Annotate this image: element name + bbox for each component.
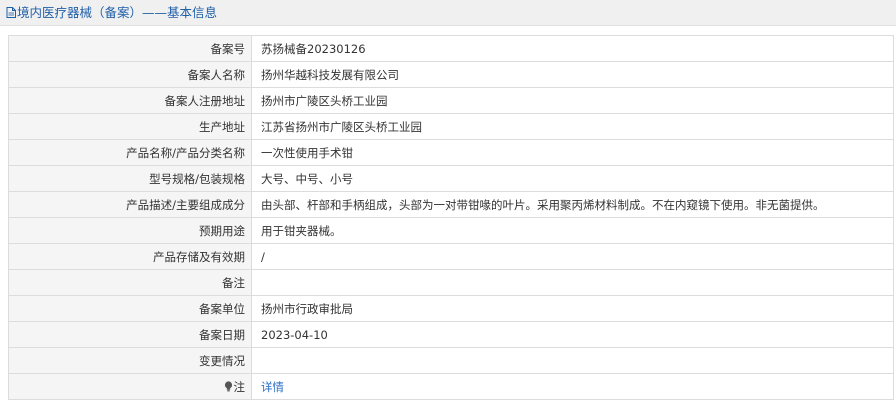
table-row: 产品描述/主要组成成分 由头部、杆部和手柄组成，头部为一对带钳喙的叶片。采用聚丙烯… bbox=[8, 191, 894, 218]
row-label: 备案人名称 bbox=[8, 61, 252, 88]
page-header: 境内医疗器械（备案）——基本信息 bbox=[0, 0, 896, 26]
row-label: 备注 bbox=[8, 269, 252, 296]
table-row: 备注 bbox=[8, 269, 894, 296]
table-row: 备案人名称 扬州华越科技发展有限公司 bbox=[8, 61, 894, 88]
table-row: 型号规格/包装规格 大号、中号、小号 bbox=[8, 165, 894, 192]
row-value: 一次性使用手术钳 bbox=[251, 139, 894, 166]
note-label: 注 bbox=[233, 379, 246, 394]
table-row: 备案单位 扬州市行政审批局 bbox=[8, 295, 894, 322]
table-row: 备案号 苏扬械备20230126 bbox=[8, 35, 894, 62]
row-label: 型号规格/包装规格 bbox=[8, 165, 252, 192]
detail-link[interactable]: 详情 bbox=[261, 380, 284, 394]
row-value: 苏扬械备20230126 bbox=[251, 35, 894, 62]
row-value: 用于钳夹器械。 bbox=[251, 217, 894, 244]
table-row: 备案人注册地址 扬州市广陵区头桥工业园 bbox=[8, 87, 894, 114]
lightbulb-icon bbox=[224, 380, 232, 391]
row-label: 产品名称/产品分类名称 bbox=[8, 139, 252, 166]
row-value: 扬州华越科技发展有限公司 bbox=[251, 61, 894, 88]
note-value-cell: 详情 bbox=[251, 373, 894, 400]
note-label-cell: 注 bbox=[8, 373, 252, 400]
table-row: 预期用途 用于钳夹器械。 bbox=[8, 217, 894, 244]
table-row: 备案日期 2023-04-10 bbox=[8, 321, 894, 348]
row-label: 备案日期 bbox=[8, 321, 252, 348]
row-label: 预期用途 bbox=[8, 217, 252, 244]
row-label: 产品存储及有效期 bbox=[8, 243, 252, 270]
row-value: 2023-04-10 bbox=[251, 321, 894, 348]
row-label: 备案人注册地址 bbox=[8, 87, 252, 114]
header-separator: —— bbox=[142, 5, 168, 20]
row-label: 变更情况 bbox=[8, 347, 252, 374]
row-value bbox=[251, 269, 894, 296]
row-label: 生产地址 bbox=[8, 113, 252, 140]
row-label: 备案号 bbox=[8, 35, 252, 62]
row-value: 由头部、杆部和手柄组成，头部为一对带钳喙的叶片。采用聚丙烯材料制成。不在内窥镜下… bbox=[251, 191, 894, 218]
row-value: 扬州市广陵区头桥工业园 bbox=[251, 87, 894, 114]
row-label: 产品描述/主要组成成分 bbox=[8, 191, 252, 218]
header-title: 境内医疗器械（备案） bbox=[17, 5, 143, 20]
row-value: 江苏省扬州市广陵区头桥工业园 bbox=[251, 113, 894, 140]
row-value: / bbox=[251, 243, 894, 270]
header-title-bar: 境内医疗器械（备案）——基本信息 bbox=[6, 4, 217, 22]
document-icon bbox=[6, 7, 16, 18]
info-table-body: 备案号 苏扬械备20230126 备案人名称 扬州华越科技发展有限公司 备案人注册地… bbox=[8, 35, 894, 400]
row-value bbox=[251, 347, 894, 374]
row-label: 备案单位 bbox=[8, 295, 252, 322]
table-row: 变更情况 bbox=[8, 347, 894, 374]
table-row: 产品存储及有效期 / bbox=[8, 243, 894, 270]
table-row: 生产地址 江苏省扬州市广陵区头桥工业园 bbox=[8, 113, 894, 140]
header-subtitle: 基本信息 bbox=[167, 5, 218, 20]
table-row: 产品名称/产品分类名称 一次性使用手术钳 bbox=[8, 139, 894, 166]
note-row: 注 详情 bbox=[8, 373, 894, 400]
info-table: 备案号 苏扬械备20230126 备案人名称 扬州华越科技发展有限公司 备案人注册地… bbox=[8, 35, 894, 400]
row-value: 大号、中号、小号 bbox=[251, 165, 894, 192]
row-value: 扬州市行政审批局 bbox=[251, 295, 894, 322]
